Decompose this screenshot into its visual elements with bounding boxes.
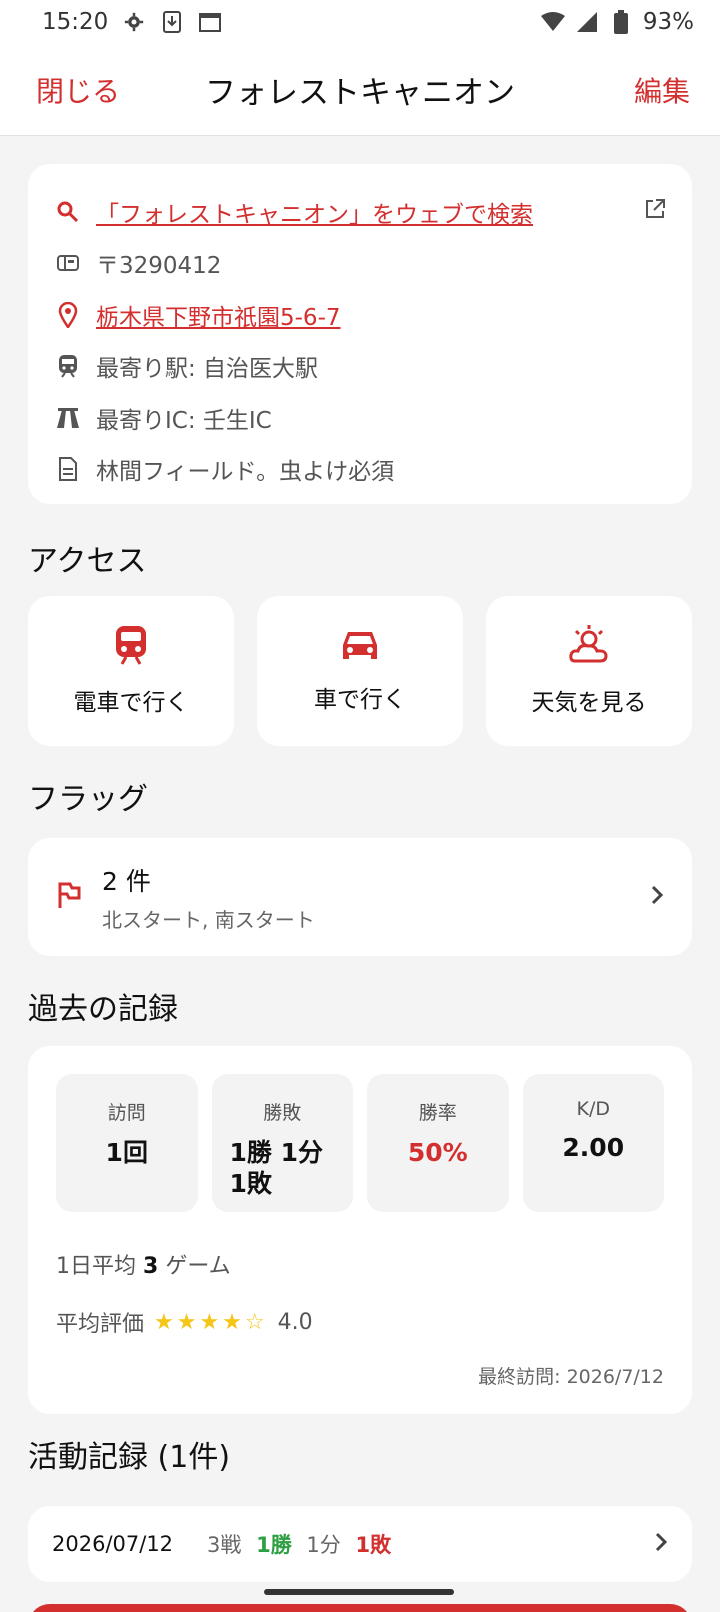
home-indicator[interactable] — [264, 1589, 454, 1595]
download-icon — [160, 10, 184, 34]
stat-value: 2.00 — [562, 1133, 625, 1162]
close-button[interactable]: 閉じる — [36, 70, 120, 110]
activity-losses: 1敗 — [355, 1533, 392, 1557]
stat-win-loss: 勝敗 1勝 1分 1敗 — [211, 1074, 353, 1212]
bottom-action-button[interactable] — [28, 1604, 692, 1612]
flag-icon — [56, 881, 82, 913]
stat-visits: 訪問 1回 — [56, 1074, 198, 1212]
address-row[interactable]: 栃木県下野市祇園5-6-7 — [54, 289, 666, 341]
stat-value: 1勝 1分 1敗 — [229, 1138, 324, 1198]
search-icon — [54, 198, 82, 226]
address-link[interactable]: 栃木県下野市祇園5-6-7 — [96, 298, 341, 332]
cell-signal-icon — [575, 10, 599, 34]
location-pin-icon — [54, 301, 82, 329]
note-row: 林間フィールド。虫よけ必須 — [54, 444, 666, 496]
ic-row: 最寄りIC: 壬生IC — [54, 392, 666, 444]
train-icon — [113, 625, 149, 669]
access-train-label: 電車で行く — [73, 690, 189, 716]
access-train-button[interactable]: 電車で行く — [28, 596, 234, 746]
activity-summary: 3戦 1勝 1分 1敗 — [207, 1529, 391, 1559]
daily-average: 1日平均 3 ゲーム — [56, 1248, 664, 1280]
calendar-icon — [198, 10, 222, 34]
rating-label: 平均評価 — [56, 1312, 145, 1337]
weather-icon — [569, 625, 609, 669]
top-app-bar: 閉じる フォレストキャニオン 編集 — [0, 44, 720, 136]
nearest-station: 最寄り駅: 自治医大駅 — [96, 356, 319, 383]
access-heading: アクセス — [28, 544, 147, 579]
stat-win-rate: 勝率 50% — [367, 1074, 509, 1212]
postal-code: 〒3290412 — [96, 253, 222, 280]
rating-value: 4.0 — [277, 1309, 313, 1335]
mailbox-icon — [54, 249, 82, 277]
stat-kd: K/D 2.00 — [522, 1074, 664, 1212]
car-icon — [341, 628, 379, 666]
stat-label: 勝率 — [418, 1102, 457, 1124]
battery-level: 93% — [642, 9, 694, 35]
average-rating: 平均評価 ★★★★☆ 4.0 — [56, 1306, 664, 1338]
stat-label: 勝敗 — [263, 1102, 302, 1124]
flags-row[interactable]: 2 件 北スタート, 南スタート — [28, 838, 692, 956]
activity-heading: 活動記録 (1件) — [28, 1440, 231, 1475]
stat-value: 1回 — [105, 1138, 148, 1167]
nearest-ic: 最寄りIC: 壬生IC — [96, 407, 272, 434]
stat-label: K/D — [576, 1098, 611, 1120]
edit-button[interactable]: 編集 — [634, 70, 690, 110]
access-car-label: 車で行く — [314, 687, 406, 713]
avg-suffix: ゲーム — [165, 1254, 231, 1279]
activity-wins: 1勝 — [256, 1533, 292, 1557]
train-small-icon — [54, 352, 82, 380]
avg-value: 3 — [143, 1254, 159, 1279]
records-heading: 過去の記録 — [28, 992, 178, 1027]
stat-label: 訪問 — [107, 1102, 146, 1124]
field-info-card: 「フォレストキャニオン」をウェブで検索 〒3290412 栃木県下野市祇園5-6… — [28, 164, 692, 504]
access-weather-button[interactable]: 天気を見る — [486, 596, 692, 746]
access-weather-label: 天気を見る — [531, 690, 647, 716]
activity-date: 2026/07/12 — [52, 1532, 174, 1556]
status-bar: 15:20 93% — [0, 0, 720, 44]
rating-stars: ★★★★☆ — [154, 1309, 268, 1335]
avg-prefix: 1日平均 — [56, 1254, 136, 1279]
station-row: 最寄り駅: 自治医大駅 — [54, 341, 666, 393]
web-search-row[interactable]: 「フォレストキャニオン」をウェブで検索 — [54, 186, 666, 238]
open-external-icon[interactable] — [644, 198, 666, 226]
activity-row[interactable]: 2026/07/12 3戦 1勝 1分 1敗 — [28, 1506, 692, 1582]
access-car-button[interactable]: 車で行く — [257, 596, 463, 746]
highway-icon — [54, 404, 82, 432]
flag-names: 北スタート, 南スタート — [102, 907, 315, 932]
activity-draws: 1分 — [306, 1533, 341, 1557]
battery-icon — [609, 10, 633, 34]
web-search-link[interactable]: 「フォレストキャニオン」をウェブで検索 — [96, 195, 533, 229]
flags-heading: フラッグ — [28, 782, 148, 817]
chevron-right-icon — [654, 1531, 668, 1558]
gear-icon — [122, 10, 146, 34]
note-icon — [54, 455, 82, 483]
field-note: 林間フィールド。虫よけ必須 — [96, 459, 395, 486]
postal-row: 〒3290412 — [54, 238, 666, 290]
activity-battles: 3戦 — [207, 1533, 242, 1557]
wifi-icon — [540, 10, 565, 34]
status-time: 15:20 — [42, 9, 109, 35]
last-visit: 最終訪問: 2026/7/12 — [478, 1366, 664, 1388]
stat-value: 50% — [407, 1138, 468, 1167]
records-card: 訪問 1回 勝敗 1勝 1分 1敗 勝率 50% K/D 2.00 1日平均 3… — [28, 1046, 692, 1414]
chevron-right-icon — [650, 884, 664, 910]
flag-count: 2 件 — [102, 866, 151, 896]
